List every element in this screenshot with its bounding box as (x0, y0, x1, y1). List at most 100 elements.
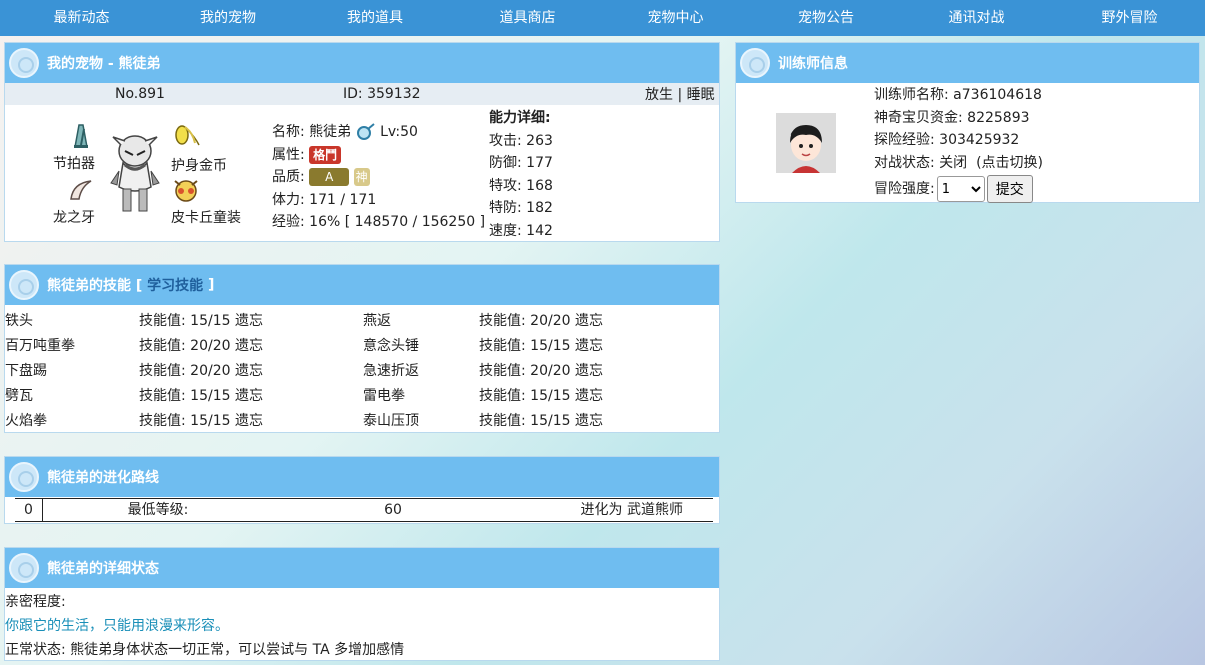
skill-pp: 技能值: 15/15 (139, 388, 231, 404)
stats-title: 能力详细: (489, 110, 551, 126)
metronome-icon[interactable] (69, 123, 93, 153)
forget-skill-link[interactable]: 遗忘 (575, 363, 603, 379)
nav-field-adventure[interactable]: 野外冒险 (1054, 0, 1205, 36)
quality-badge: A (309, 168, 350, 186)
skill-pp: 技能值: 20/20 (139, 338, 231, 354)
attr-badge: 格鬥 (309, 145, 342, 164)
submit-button[interactable]: 提交 (986, 175, 1033, 203)
skills-title-suffix: ] (208, 277, 215, 293)
skill-name: 急速折返 (363, 363, 419, 379)
dragon-fang-icon[interactable] (67, 177, 95, 207)
pokeball-icon (9, 462, 39, 492)
skill-name: 火焰拳 (5, 413, 47, 429)
trainer-panel-title: 训练师信息 (778, 56, 848, 72)
trainer-money-label: 神奇宝贝资金: (874, 109, 963, 126)
stat-sp-defense: 特防: 182 (489, 200, 553, 216)
forget-skill-link[interactable]: 遗忘 (575, 338, 603, 354)
nav-my-pets[interactable]: 我的宠物 (163, 0, 293, 36)
pokeball-icon (740, 48, 770, 78)
forget-skill-link[interactable]: 遗忘 (575, 388, 603, 404)
evolution-panel-title: 熊徒弟的进化路线 (47, 470, 159, 486)
skill-pp: 技能值: 15/15 (479, 338, 571, 354)
skill-name: 下盘踢 (5, 363, 47, 379)
gender-icon (356, 123, 376, 141)
pokeball-icon (9, 48, 39, 78)
nav-battle[interactable]: 通讯对战 (899, 0, 1054, 36)
amulet-coin-icon[interactable] (173, 123, 201, 151)
skill-pp: 技能值: 20/20 (479, 363, 571, 379)
intimacy-label: 亲密程度: (5, 594, 66, 610)
forget-skill-link[interactable]: 遗忘 (235, 413, 263, 429)
quality-extra-badge: 神 (353, 168, 370, 186)
skill-name: 劈瓦 (5, 388, 33, 404)
nav-my-items[interactable]: 我的道具 (293, 0, 457, 36)
skill-row: 铁头 技能值: 15/15 遗忘 燕返 技能值: 20/20 遗忘 (5, 309, 721, 334)
battle-status-label: 对战状态: (874, 154, 935, 171)
nav-latest-news[interactable]: 最新动态 (0, 0, 163, 36)
forget-skill-link[interactable]: 遗忘 (235, 313, 263, 329)
trainer-name-value: a736104618 (953, 87, 1042, 103)
evolution-table: 0 最低等级: 60 进化为 武道熊师 (15, 498, 713, 522)
forget-skill-link[interactable]: 遗忘 (235, 363, 263, 379)
skill-name: 百万吨重拳 (5, 338, 75, 354)
evolution-index: 0 (15, 499, 43, 521)
top-nav: 最新动态 我的宠物 我的道具 道具商店 宠物中心 宠物公告 通讯对战 野外冒险 (0, 0, 1205, 36)
skill-name: 意念头锤 (363, 338, 419, 354)
item-metronome-label: 节拍器 (53, 156, 95, 172)
skill-pp: 技能值: 20/20 (479, 313, 571, 329)
pet-panel-title: 我的宠物 - 熊徒弟 (47, 56, 161, 72)
evolution-level: 60 (384, 502, 402, 518)
nav-item-shop[interactable]: 道具商店 (457, 0, 598, 36)
skill-row: 下盘踢 技能值: 20/20 遗忘 急速折返 技能值: 20/20 遗忘 (5, 359, 721, 384)
pet-name-label: 名称: (272, 124, 305, 140)
pokeball-icon (9, 553, 39, 583)
exp-label: 经验: (272, 214, 305, 230)
skill-name: 燕返 (363, 313, 391, 329)
item-amulet-coin-label: 护身金币 (171, 158, 227, 174)
skill-pp: 技能值: 15/15 (139, 413, 231, 429)
sleep-link[interactable]: 睡眠 (687, 87, 715, 103)
stat-attack: 攻击: 263 (489, 132, 553, 149)
exp-value: 16% [ 148570 / 156250 ] (309, 214, 486, 230)
evolution-panel: 熊徒弟的进化路线 0 最低等级: 60 进化为 武道熊师 (4, 456, 720, 524)
skill-pp: 技能值: 15/15 (139, 313, 231, 329)
evolution-target: 进化为 武道熊师 (580, 502, 683, 518)
hp-value: 171 / 171 (309, 191, 377, 208)
difficulty-select[interactable]: 1 (936, 176, 985, 202)
nav-pet-announcements[interactable]: 宠物公告 (753, 0, 899, 36)
trainer-name-label: 训练师名称: (874, 87, 949, 103)
stat-speed: 速度: 142 (489, 222, 553, 239)
learn-skill-link[interactable]: 学习技能 (147, 275, 203, 295)
item-dragon-fang-label: 龙之牙 (53, 210, 95, 226)
skill-row: 火焰拳 技能值: 15/15 遗忘 泰山压顶 技能值: 15/15 遗忘 (5, 409, 721, 434)
pet-sprite-image (107, 131, 163, 221)
intimacy-text: 你跟它的生活，只能用浪漫来形容。 (5, 618, 229, 634)
forget-skill-link[interactable]: 遗忘 (575, 413, 603, 429)
evolution-panel-header: 熊徒弟的进化路线 (5, 457, 719, 497)
trainer-panel: 训练师信息 训练师名称: a736104618 神奇宝贝资金: 8225893 … (735, 42, 1200, 203)
pet-id: ID: 359132 (343, 86, 421, 102)
skill-row: 劈瓦 技能值: 15/15 遗忘 雷电拳 技能值: 15/15 遗忘 (5, 384, 721, 409)
skill-row: 百万吨重拳 技能值: 20/20 遗忘 意念头锤 技能值: 15/15 遗忘 (5, 334, 721, 359)
skill-pp: 技能值: 20/20 (139, 363, 231, 379)
trainer-avatar (776, 113, 836, 173)
stat-defense: 防御: 177 (489, 155, 553, 171)
status-panel-header: 熊徒弟的详细状态 (5, 548, 719, 588)
nav-pet-center[interactable]: 宠物中心 (598, 0, 753, 36)
link-separator: | (677, 87, 683, 103)
stat-sp-attack: 特攻: 168 (489, 177, 553, 194)
skill-name: 雷电拳 (363, 388, 405, 404)
pokeball-icon (9, 270, 39, 300)
battle-toggle-link[interactable]: (点击切换) (976, 155, 1043, 171)
attr-label: 属性: (272, 146, 305, 163)
release-link[interactable]: 放生 (645, 87, 673, 103)
forget-skill-link[interactable]: 遗忘 (575, 313, 603, 329)
skills-panel: 熊徒弟的技能 [ 学习技能 ] 铁头 技能值: 15/15 遗忘 燕返 技能值:… (4, 264, 720, 433)
evolution-min-level-label: 最低等级: (127, 502, 189, 518)
forget-skill-link[interactable]: 遗忘 (235, 338, 263, 354)
pet-info-bar: No.891 ID: 359132 放生 | 睡眠 (5, 83, 719, 105)
forget-skill-link[interactable]: 遗忘 (235, 388, 263, 404)
skill-pp: 技能值: 15/15 (479, 413, 571, 429)
pet-name-value: 熊徒弟 (309, 124, 352, 140)
pikachu-costume-icon[interactable] (171, 175, 201, 207)
